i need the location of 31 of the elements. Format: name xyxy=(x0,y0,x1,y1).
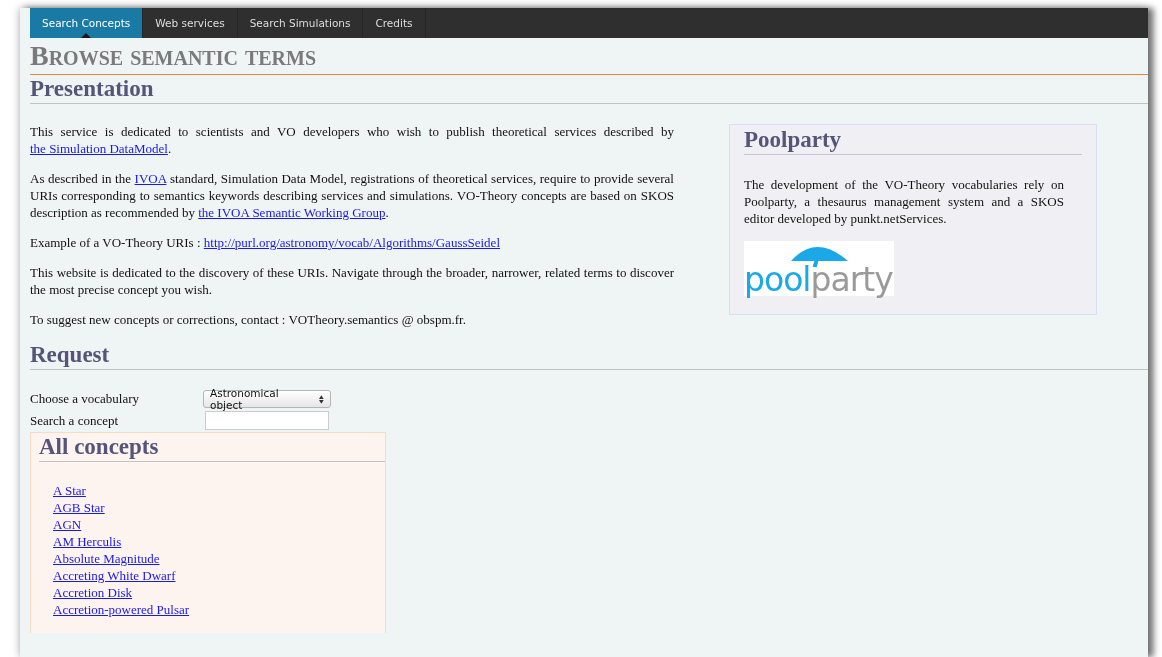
nav-tab[interactable]: Search Concepts xyxy=(30,8,144,38)
concept-link[interactable]: Absolute Magnitude xyxy=(53,551,160,566)
paragraph: As described in the IVOA standard, Simulation Data Model, registrations of theoretical services, require to provide several URIs corresponding to semantics keywords describing services and simulations. VO-Theory concepts are based on SKOS description as recommended by the IVOA Semantic Working Group. xyxy=(30,170,674,221)
text-link[interactable]: IVOA xyxy=(134,171,167,186)
search-field[interactable] xyxy=(205,411,329,430)
concept-link[interactable]: A Star xyxy=(53,483,86,498)
concept-link[interactable]: Accretion-powered Pulsar xyxy=(53,602,190,617)
field-label: Search a concept xyxy=(30,412,120,429)
section-heading: Request xyxy=(30,341,1148,370)
nav-tab[interactable]: Credits xyxy=(363,8,426,38)
nav-tab[interactable]: Search Simulations xyxy=(237,8,364,38)
updown-icon xyxy=(319,394,324,404)
page-title: Browse semantic terms xyxy=(30,38,1148,75)
sidebar-heading: Poolparty xyxy=(744,125,1082,155)
concept-link[interactable]: AGN xyxy=(53,517,82,532)
concept-link[interactable]: AM Herculis xyxy=(53,534,122,549)
paragraph: To suggest new concepts or corrections, contact : VOTheory.semantics @ obspm.fr. xyxy=(30,311,467,328)
nav-tab[interactable]: Web services xyxy=(143,8,238,38)
field-label: Choose a vocabulary xyxy=(30,391,141,407)
concept-link[interactable]: AGB Star xyxy=(53,500,105,515)
panel-heading: All concepts xyxy=(39,433,385,462)
text-link[interactable]: the Simulation DataModel xyxy=(30,141,168,156)
section-heading: Presentation xyxy=(30,75,1148,104)
concept-link[interactable]: Accretion Disk xyxy=(53,585,133,600)
concept-link[interactable]: Accreting White Dwarf xyxy=(53,568,176,583)
paragraph: This service is dedicated to scientists and VO developers who wish to publish theoretical services described by the Simulation DataModel. xyxy=(30,123,674,157)
sidebar-text: The development of the VO-Theory vocabularies rely on Poolparty, a thesaurus management system and a SKOS editor developed by punkt.netServices. xyxy=(744,176,1064,227)
paragraph: Example of a VO-Theory URIs : http://purl.org/astronomy/vocab/Algorithms/GaussSeidel xyxy=(30,234,501,251)
text-link[interactable]: http://purl.org/astronomy/vocab/Algorithms/GaussSeidel xyxy=(203,235,500,250)
paragraph: This website is dedicated to the discovery of these URIs. Navigate through the broader, narrower, related terms to discover the most precise concept you wish. xyxy=(30,264,674,298)
poolparty-logo: poolparty xyxy=(744,241,894,296)
